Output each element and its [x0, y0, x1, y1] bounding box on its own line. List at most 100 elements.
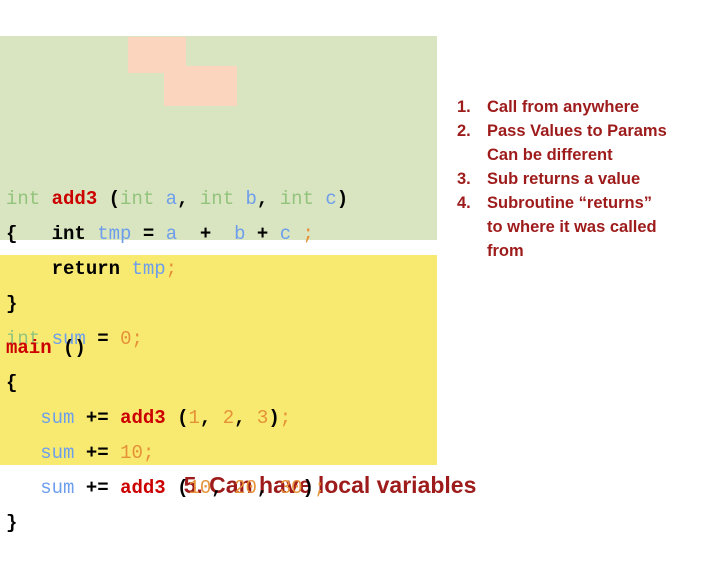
code-line-decl: { int tmp = a + b + c ; [6, 217, 437, 252]
code-token: 20 [234, 477, 257, 499]
code-token: 10 [188, 477, 212, 499]
main-code-block: main () { sum += add3 (1, 2, 3); sum += 1… [0, 255, 437, 534]
code-line-text: { [6, 372, 17, 394]
code-token: main [6, 337, 52, 359]
code-token: } [6, 293, 18, 315]
code-line-text: sum += add3 (1, 2, 3); [6, 407, 291, 429]
code-line-text: int add3 (int a, int b, int c) [6, 188, 348, 210]
note-item-4: 4. Subroutine “returns” [457, 191, 720, 215]
code-line-main-close: } [6, 506, 437, 541]
code-line-text: } [6, 512, 17, 534]
note-item-1: 1. Call from anywhere [457, 95, 720, 119]
code-token: = [85, 328, 121, 350]
code-line-call2: sum += 10; [6, 436, 437, 471]
code-line-text: sum += 10; [6, 442, 154, 464]
code-token: int [6, 188, 41, 210]
code-line-call1: sum += add3 (1, 2, 3); [6, 401, 437, 436]
code-token: 2 [222, 407, 235, 429]
main-code-lines: main () { sum += add3 (1, 2, 3); sum += 1… [6, 331, 437, 541]
note-number: 1. [457, 98, 471, 116]
code-line-sig: int add3 (int a, int b, int c) [6, 182, 437, 217]
code-token: + [177, 223, 235, 245]
code-token: ; [131, 328, 143, 350]
code-token: += [85, 477, 109, 499]
code-token: , [256, 188, 269, 210]
code-token: return [51, 258, 121, 280]
code-token: add3 [120, 477, 166, 499]
code-token: , [211, 477, 223, 499]
note-number: 4. [457, 194, 471, 212]
code-line-main-sig: main () [6, 331, 437, 366]
code-token: 1 [188, 407, 200, 429]
code-token: tmp [131, 258, 166, 280]
code-token: += [85, 407, 109, 429]
code-token: sum [40, 442, 75, 464]
code-token: 3 [256, 407, 269, 429]
tmp-return-highlight [164, 66, 237, 106]
code-token: , [199, 407, 212, 429]
code-token: 0 [120, 328, 132, 350]
code-token: sum [40, 407, 75, 429]
code-token: ; [302, 223, 314, 245]
code-token: ; [165, 258, 178, 280]
code-token: sum [40, 477, 75, 499]
code-token: b [245, 188, 257, 210]
code-token: int [199, 188, 235, 210]
code-token: ; [142, 442, 155, 464]
code-token: = [131, 223, 166, 245]
code-line-text: main () [6, 337, 86, 359]
notes-list: 1. Call from anywhere 2. Pass Values to Par… [457, 95, 720, 263]
code-token: ( [108, 188, 121, 210]
note-number: 3. [457, 170, 471, 188]
code-token: c [279, 223, 292, 245]
note-label: Sub returns a value [487, 170, 641, 188]
code-token: ( [177, 477, 189, 499]
code-token: a [165, 223, 178, 245]
code-token: ) [268, 407, 280, 429]
note-number: 2. [457, 122, 471, 140]
note-label: Subroutine “returns” [487, 194, 653, 212]
code-token: ) [336, 188, 349, 210]
code-token: { [6, 223, 18, 245]
code-token: () [63, 337, 86, 359]
note-continuation: Can be different [487, 146, 613, 164]
note-continuation: from [487, 242, 524, 260]
code-token: int [279, 188, 314, 210]
code-token: + [245, 223, 280, 245]
code-token: add3 [120, 407, 166, 429]
function-code-block: int add3 (int a, int b, int c){ int tmp … [0, 36, 437, 350]
note-label: Pass Values to Params [487, 122, 667, 140]
code-token: += [85, 442, 109, 464]
code-token: , [256, 477, 269, 499]
code-line-text: return tmp; [6, 258, 177, 280]
code-token: , [234, 407, 246, 429]
code-token: add3 [51, 188, 98, 210]
code-token: ; [279, 407, 292, 429]
code-token: ; [313, 477, 326, 499]
